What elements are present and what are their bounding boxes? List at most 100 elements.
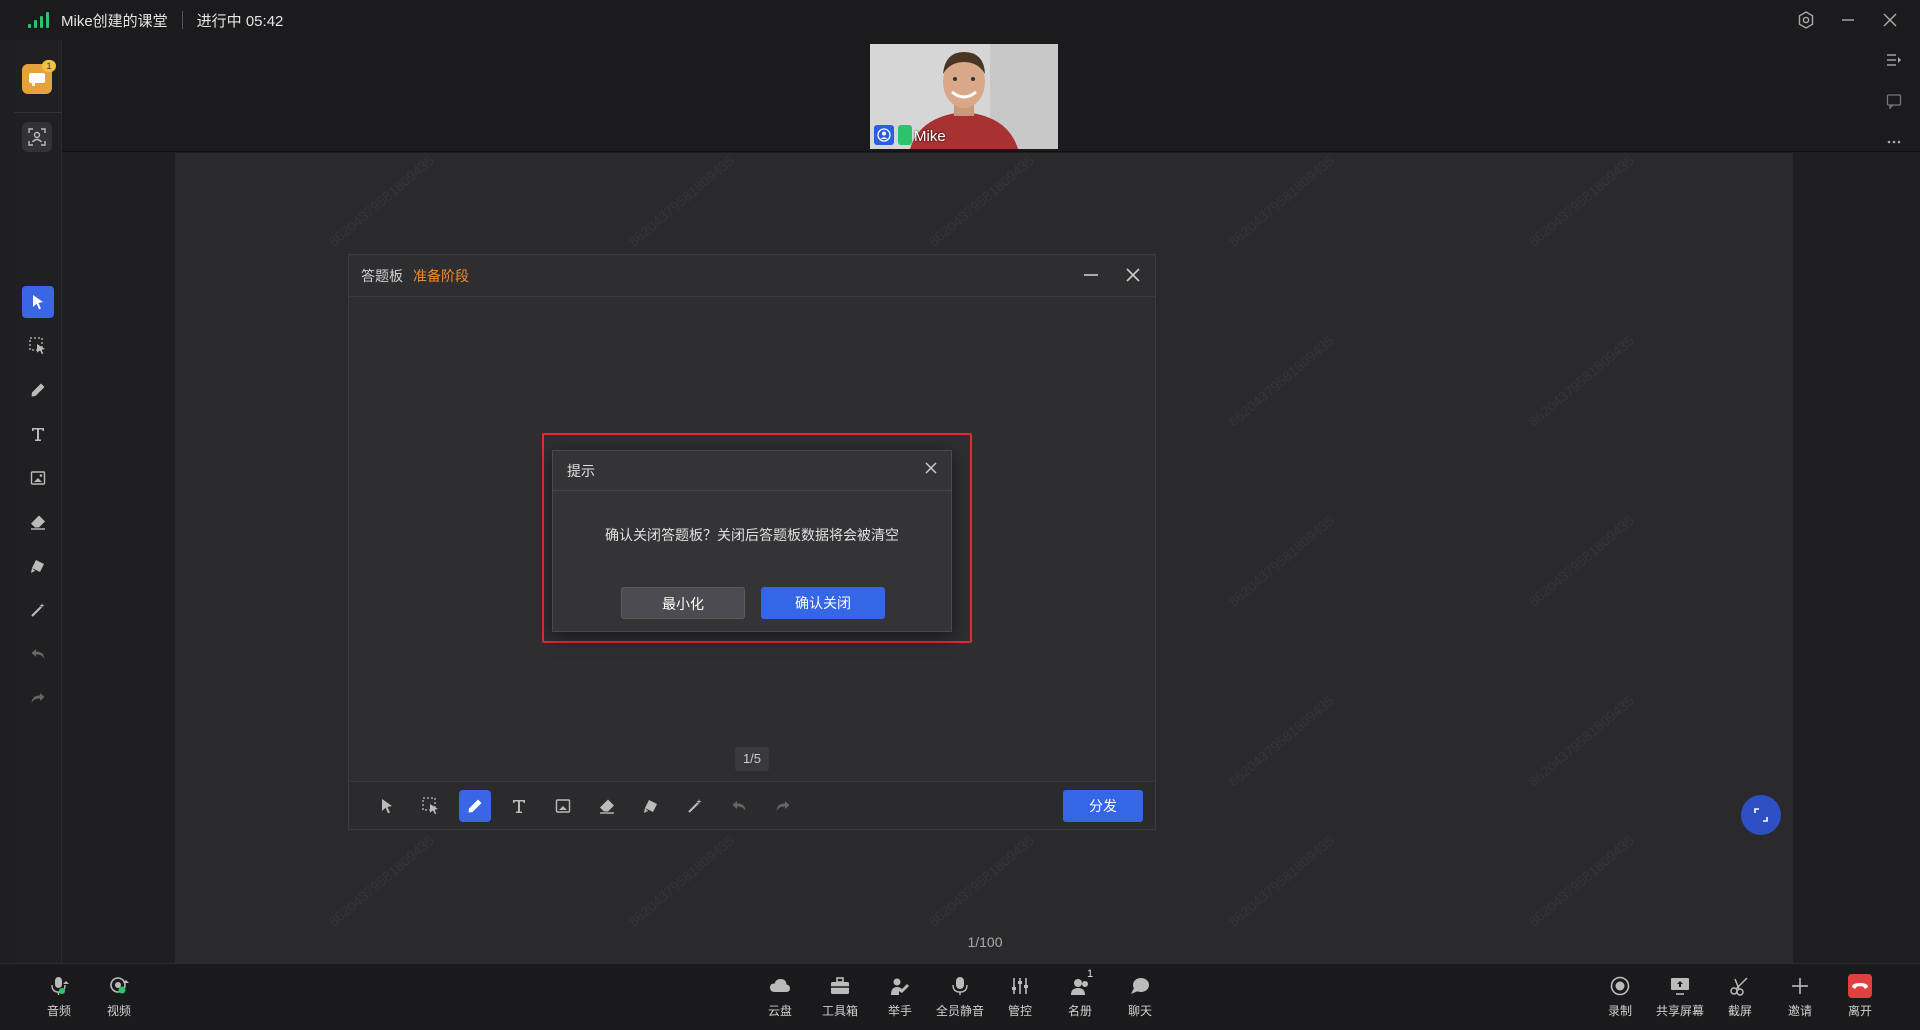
settings-icon[interactable] <box>1796 10 1816 30</box>
cloud-icon <box>768 974 792 998</box>
screenshot-icon <box>1728 974 1752 998</box>
record-button[interactable]: 录制 <box>1591 974 1649 1019</box>
title-divider <box>181 11 183 29</box>
panel-close-icon[interactable] <box>1121 263 1145 287</box>
raise-hand-icon <box>888 974 912 998</box>
more-options-icon[interactable] <box>1886 134 1902 155</box>
roster-count-badge: 1 <box>1087 968 1094 980</box>
watermark: 86204379581809435 <box>1225 153 1338 250</box>
confirm-close-button[interactable]: 确认关闭 <box>761 587 885 619</box>
panel-magic-wand-tool[interactable] <box>679 790 711 822</box>
distribute-button[interactable]: 分发 <box>1063 790 1143 822</box>
dialog-header: 提示 <box>553 451 951 491</box>
board-page-indicator: 1/100 <box>967 934 1003 950</box>
whiteboard-toolbar <box>22 286 54 726</box>
dialog-close-icon[interactable] <box>925 461 937 478</box>
marquee-select-icon <box>422 796 438 814</box>
eraser-icon <box>600 799 614 814</box>
minimize-window-icon[interactable] <box>1838 10 1858 30</box>
close-window-icon[interactable] <box>1880 10 1900 30</box>
screenshot-button[interactable]: 截屏 <box>1711 974 1769 1019</box>
participant-mic-icon <box>898 125 912 145</box>
chat-panel-toggle-icon[interactable] <box>1886 93 1902 114</box>
room-title: Mike创建的课堂 <box>61 12 168 30</box>
invite-button[interactable]: 邀请 <box>1771 974 1829 1019</box>
panel-image-tool[interactable] <box>547 790 579 822</box>
highlighter-tool[interactable] <box>22 550 54 582</box>
panel-eraser-tool[interactable] <box>591 790 623 822</box>
raise-hand-button[interactable]: 举手 <box>871 974 929 1019</box>
panel-text-tool[interactable] <box>503 790 535 822</box>
invite-label: 邀请 <box>1787 1004 1812 1018</box>
panel-area-select-tool[interactable] <box>415 790 447 822</box>
redo-icon <box>776 800 790 811</box>
answer-board-page-indicator: 1/5 <box>735 747 769 771</box>
pen-tool[interactable] <box>22 374 54 406</box>
image-tool[interactable] <box>22 462 54 494</box>
participant-video[interactable]: Mike <box>870 44 1058 149</box>
participant-role-icon <box>874 125 894 145</box>
signal-strength-icon <box>28 12 49 28</box>
panel-highlighter-tool[interactable] <box>635 790 667 822</box>
bottom-toolbar: 音频 视频 云盘 工具箱 举手 全员静音 管控 名册 1 聊天 录制 共享屏幕 … <box>0 963 1920 1030</box>
panel-minimize-icon[interactable] <box>1079 263 1103 287</box>
sidebar-divider <box>14 112 62 113</box>
area-select-tool[interactable] <box>22 330 54 362</box>
eraser-tool[interactable] <box>22 506 54 538</box>
record-label: 录制 <box>1607 1004 1632 1018</box>
minimize-button[interactable]: 最小化 <box>621 587 745 619</box>
toolbox-label: 工具箱 <box>821 1004 858 1018</box>
image-icon <box>555 798 571 813</box>
fullscreen-button[interactable] <box>1741 795 1781 835</box>
record-icon <box>1608 974 1632 998</box>
panel-redo-tool[interactable] <box>767 790 799 822</box>
undo-tool[interactable] <box>22 638 54 670</box>
undo-icon <box>31 649 45 659</box>
image-icon <box>30 471 46 485</box>
cloud-drive-button[interactable]: 云盘 <box>751 974 809 1019</box>
watermark: 86204379581809435 <box>1525 512 1638 610</box>
controls-icon <box>1008 974 1032 998</box>
mute-all-button[interactable]: 全员静音 <box>931 974 989 1019</box>
answer-board-stage: 准备阶段 <box>413 267 469 284</box>
watermark: 86204379581809435 <box>1225 832 1338 930</box>
share-screen-button[interactable]: 共享屏幕 <box>1651 974 1709 1019</box>
undo-icon <box>732 800 746 811</box>
panel-pen-tool[interactable] <box>459 789 491 822</box>
audio-button[interactable]: 音频 <box>30 974 88 1019</box>
answer-board-header[interactable]: 答题板 准备阶段 <box>349 255 1155 297</box>
redo-tool[interactable] <box>22 682 54 714</box>
mute-all-icon <box>948 974 972 998</box>
select-tool[interactable] <box>22 286 54 318</box>
panel-undo-tool[interactable] <box>723 790 755 822</box>
roster-label: 名册 <box>1067 1004 1092 1018</box>
controls-button[interactable]: 管控 <box>991 974 1049 1019</box>
window-controls <box>1796 0 1900 40</box>
camera-view-button[interactable] <box>22 122 52 152</box>
text-tool[interactable] <box>22 418 54 450</box>
member-list-toggle-icon[interactable] <box>1886 52 1902 73</box>
panel-select-tool[interactable] <box>371 790 403 822</box>
title-bar: Mike创建的课堂 进行中 05:42 <box>0 0 1920 40</box>
roster-button[interactable]: 名册 1 <box>1051 968 1109 1019</box>
watermark: 86204379581809435 <box>1225 692 1338 790</box>
answer-board-title: 答题板 <box>361 267 403 284</box>
chat-icon <box>1128 974 1152 998</box>
marquee-select-icon <box>29 337 45 354</box>
chat-button[interactable]: 聊天 <box>1111 974 1169 1019</box>
magic-wand-tool[interactable] <box>22 594 54 626</box>
cursor-icon <box>33 295 43 310</box>
class-status: 进行中 05:42 <box>196 12 284 30</box>
watermark: 86204379581809435 <box>1525 153 1638 250</box>
audio-label: 音频 <box>46 1004 71 1018</box>
leave-button[interactable]: 离开 <box>1831 974 1889 1019</box>
magic-wand-icon <box>688 798 702 813</box>
video-button[interactable]: 视频 <box>90 974 148 1019</box>
text-icon <box>513 799 525 813</box>
notice-button[interactable]: 1 <box>22 60 56 94</box>
toolbox-button[interactable]: 工具箱 <box>811 974 869 1019</box>
highlighter-icon <box>31 560 44 573</box>
watermark: 86204379581809435 <box>1225 332 1338 430</box>
person-frame-icon <box>28 128 46 146</box>
eraser-icon <box>31 515 45 530</box>
